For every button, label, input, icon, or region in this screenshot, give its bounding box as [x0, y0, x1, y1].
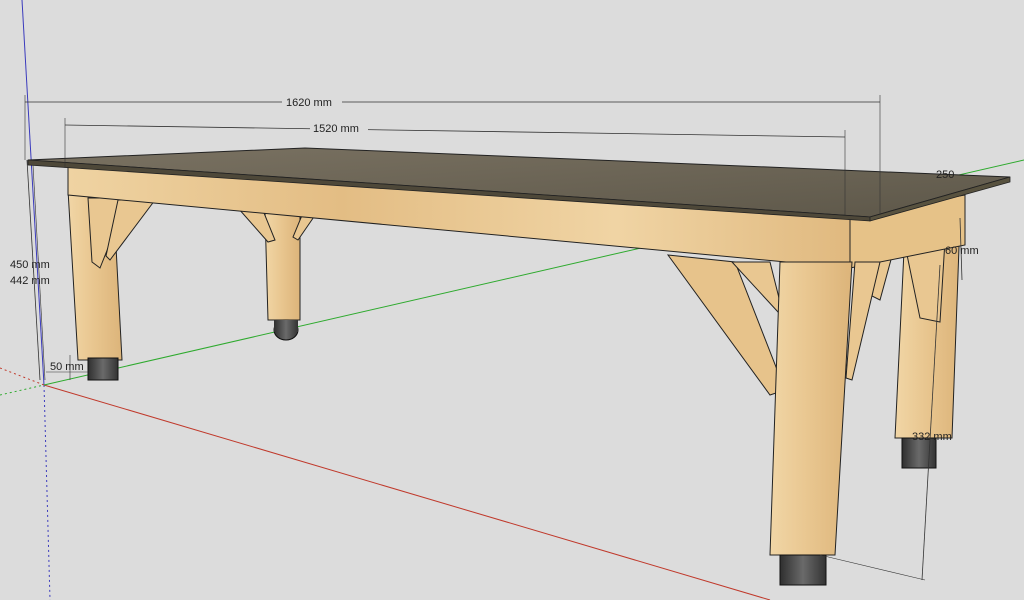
green-axis-dotted: [0, 384, 45, 396]
dim-label-442: 442 mm: [10, 275, 50, 287]
dimension-height[interactable]: 450 mm 442 mm: [10, 159, 50, 381]
dim-label-50: 50 mm: [50, 361, 84, 373]
model-canvas[interactable]: 1620 mm 1520 mm 450 mm 442 mm 50 mm 60 m…: [0, 0, 1024, 600]
leg-front-left[interactable]: [67, 189, 156, 381]
blue-axis-dotted: [43, 384, 51, 600]
dim-label-60: 60 mm: [945, 245, 979, 257]
leg-front-right[interactable]: [769, 261, 853, 586]
blue-axis: [21, 0, 45, 386]
red-axis-dotted: [0, 367, 45, 386]
dim-label-332: 332 mm: [912, 431, 952, 443]
dim-label-450: 450 mm: [10, 259, 50, 271]
dim-label-1620: 1620 mm: [286, 97, 332, 109]
dim-label-250: 250: [936, 169, 954, 181]
leg-back-left[interactable]: [236, 207, 321, 341]
sketchup-viewport[interactable]: 1620 mm 1520 mm 450 mm 442 mm 50 mm 60 m…: [0, 0, 1024, 600]
red-axis: [43, 384, 771, 600]
dim-label-1520: 1520 mm: [313, 123, 359, 135]
